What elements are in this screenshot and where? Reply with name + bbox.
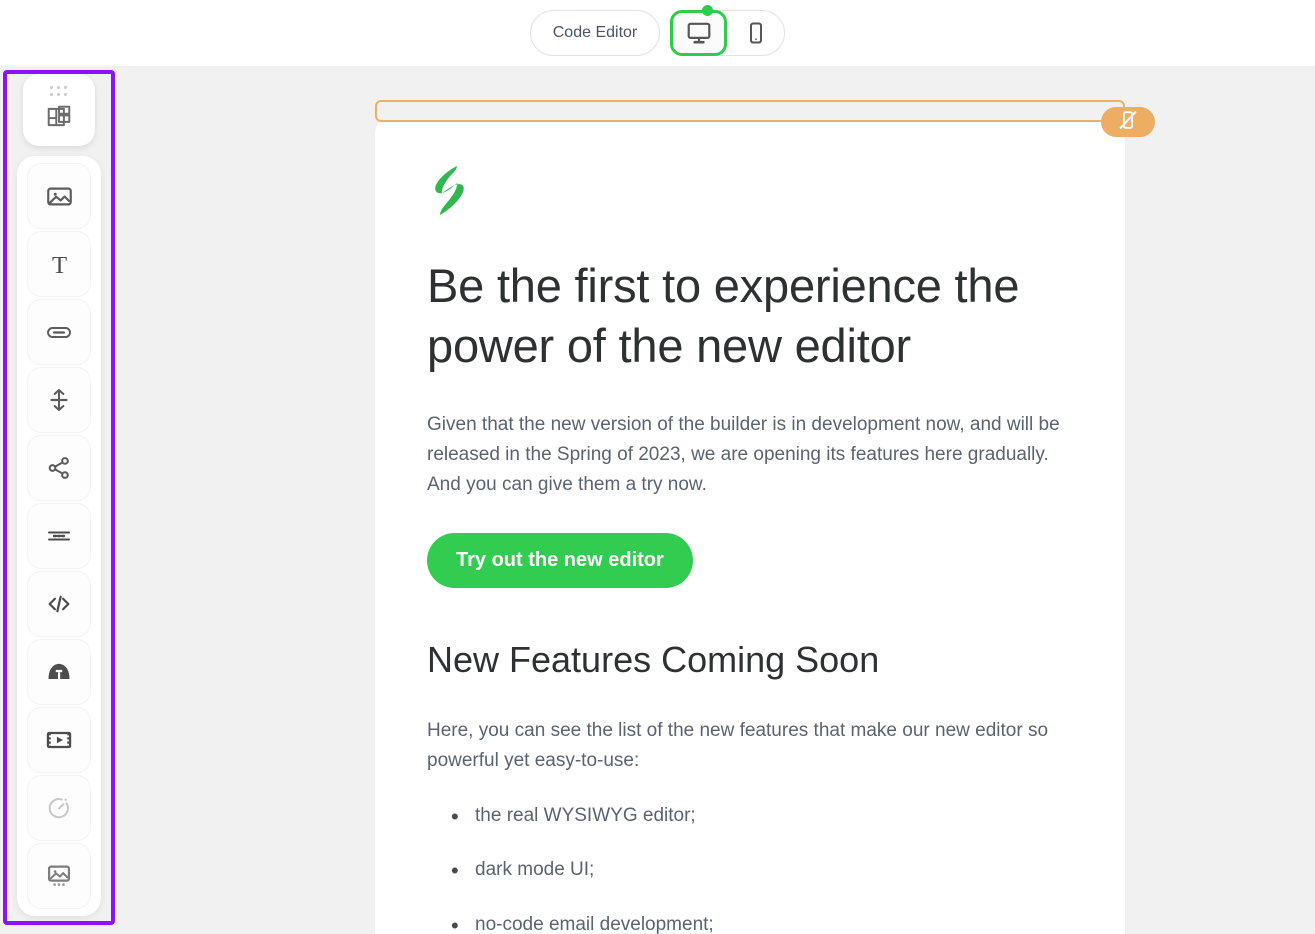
try-new-editor-button[interactable]: Try out the new editor (427, 533, 693, 588)
countdown-timer-icon (46, 795, 72, 821)
text-serif-t-icon: T (46, 251, 73, 278)
device-preview-toggle-group (670, 10, 785, 56)
sidebar-item-video[interactable] (27, 707, 91, 773)
editor-workspace: T (0, 66, 1315, 934)
phone-crossed-out-icon (1117, 109, 1139, 136)
hidden-on-mobile-badge[interactable] (1101, 107, 1155, 137)
share-network-icon (46, 455, 72, 481)
view-mode-switcher: Code Editor (530, 10, 786, 56)
sidebar-item-carousel[interactable] (27, 843, 91, 909)
mobile-view-toggle[interactable] (727, 11, 784, 55)
email-content-body: Be the first to experience the power of … (375, 117, 1125, 934)
layout-structure-icon (46, 104, 72, 135)
sidebar-item-structure[interactable] (23, 74, 95, 146)
sidebar-tools-panel: T (17, 156, 101, 916)
video-film-play-icon (45, 726, 73, 754)
menu-divider-icon (45, 522, 73, 550)
code-editor-button[interactable]: Code Editor (530, 10, 661, 56)
sidebar-item-text[interactable]: T (27, 231, 91, 297)
sidebar-item-spacer[interactable] (27, 367, 91, 433)
image-carousel-icon (45, 862, 73, 890)
banner-arch-icon (45, 658, 73, 686)
image-icon (46, 183, 73, 210)
email-subheading: New Features Coming Soon (427, 638, 1073, 681)
email-paragraph: Given that the new version of the builde… (427, 410, 1073, 500)
stripo-s-logo-icon (427, 164, 467, 214)
sidebar-item-banner[interactable] (27, 639, 91, 705)
sidebar-item-menu[interactable] (27, 503, 91, 569)
sidebar-item-html[interactable] (27, 571, 91, 637)
top-header-bar: Code Editor (0, 0, 1315, 66)
mobile-phone-icon (744, 21, 768, 45)
six-dot-drag-handle-icon[interactable] (50, 86, 68, 97)
rounded-button-icon (45, 318, 73, 346)
list-item: no-code email development; (475, 911, 1073, 934)
code-brackets-icon (45, 590, 73, 618)
email-heading: Be the first to experience the power of … (427, 256, 1073, 376)
list-item: the real WYSIWYG editor; (475, 802, 1073, 831)
vertical-arrows-spacer-icon (46, 387, 72, 413)
selected-structure-outline[interactable] (375, 100, 1125, 122)
sidebar-item-image[interactable] (27, 163, 91, 229)
sidebar-item-timer[interactable] (27, 775, 91, 841)
email-canvas: Be the first to experience the power of … (375, 100, 1125, 934)
tools-sidebar: T (7, 74, 111, 921)
list-item: dark mode UI; (475, 856, 1073, 885)
sidebar-item-button[interactable] (27, 299, 91, 365)
desktop-view-toggle[interactable] (670, 10, 727, 56)
sidebar-item-social[interactable] (27, 435, 91, 501)
features-list: the real WYSIWYG editor; dark mode UI; n… (427, 802, 1073, 934)
desktop-monitor-icon (686, 20, 712, 46)
email-intro-paragraph: Here, you can see the list of the new fe… (427, 716, 1073, 776)
svg-text:T: T (51, 251, 66, 277)
